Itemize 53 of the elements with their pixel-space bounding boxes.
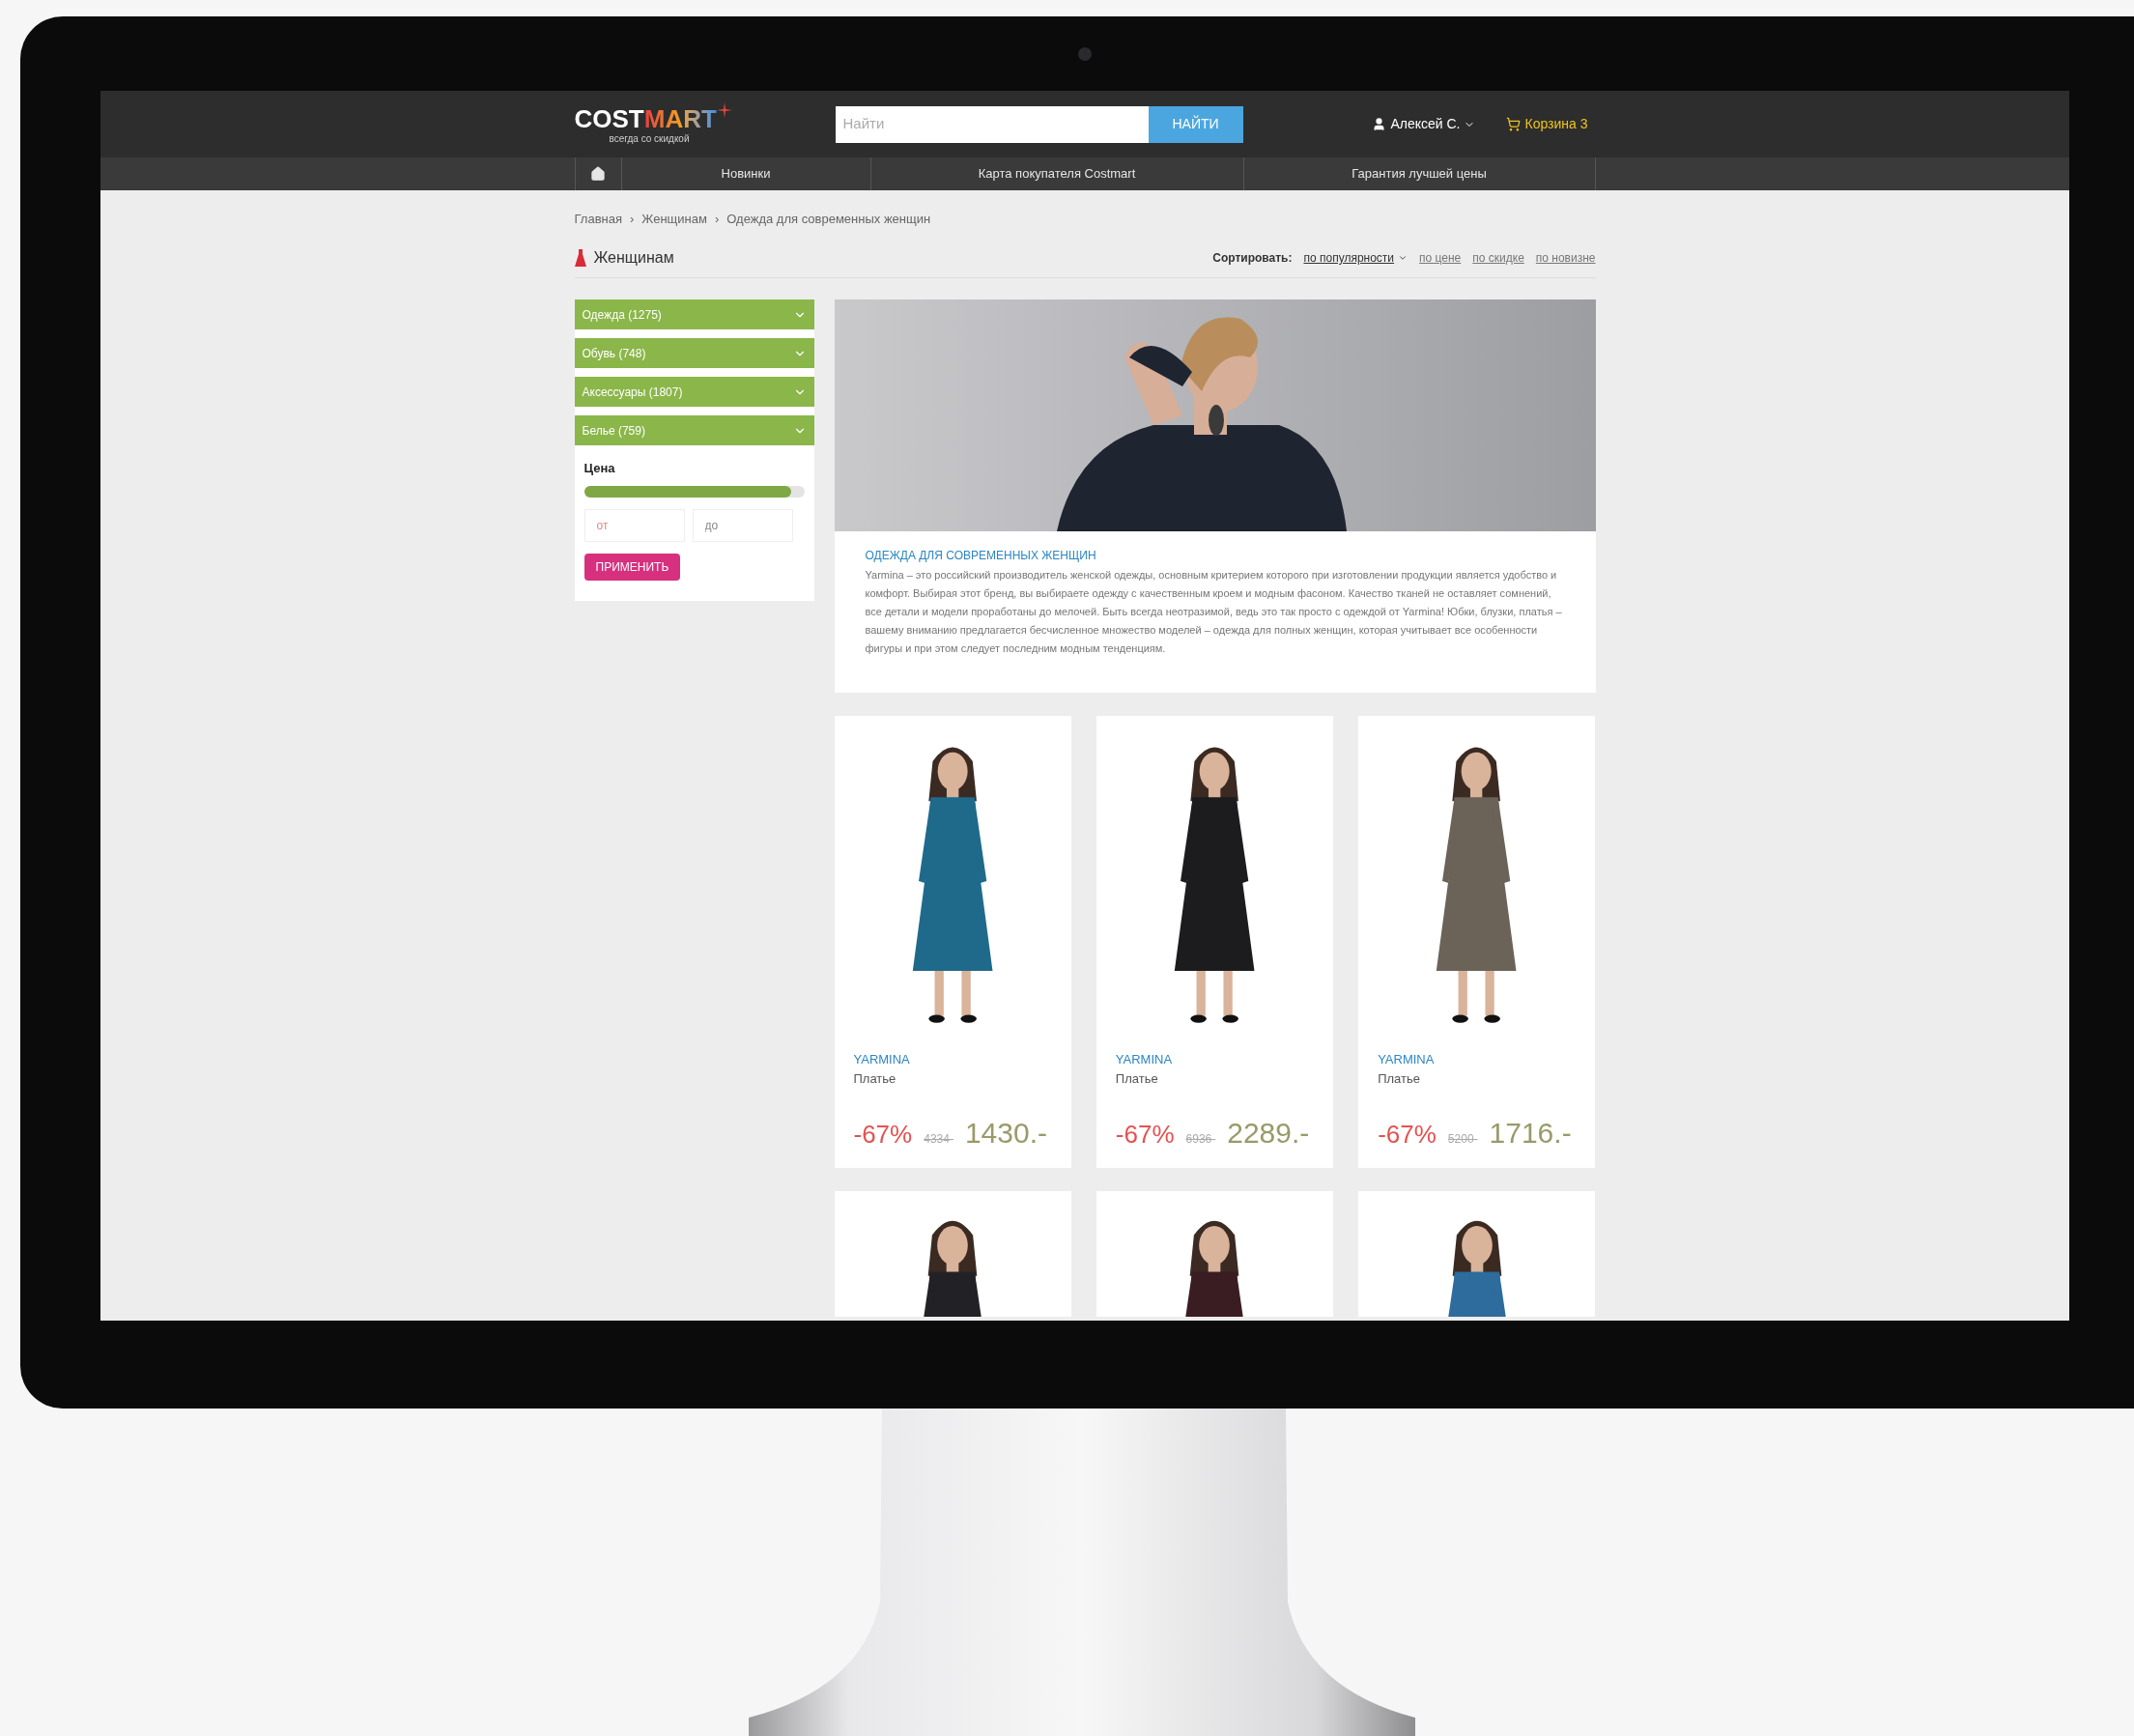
product-type: Платье: [1115, 1069, 1159, 1088]
breadcrumb-separator: ›: [630, 211, 635, 229]
old-price: 4334-: [924, 1131, 953, 1148]
cart-link[interactable]: Корзина 3: [1506, 114, 1588, 134]
description-text: Yarmina – это российский производитель женской одежды, основным критерием которого при изготовлении продукции является удобство и комфорт. Выбирая этот бренд, вы выбираете одежду с качественным кроем и модным фасоном. Качество тканей не оставляет сомнений, все детали и модели проработаны до мелочей. Быть всегда неотразимой, ведь это так просто с одеждой от Yarmina! Юбки, блузки, платья – вашему вниманию предлагается бесчисленное множество моделей – одежда для полных женщин, которая учитывает все особенности фигуры и при этом следует последним модным тенденциям.: [865, 568, 1563, 656]
user-icon: [1372, 117, 1387, 131]
product-brand: YARMINA: [853, 1051, 911, 1068]
product-card[interactable]: YARMINA Платье -67% 6936- 2289.-: [1095, 716, 1334, 1168]
home-icon: [590, 166, 606, 182]
discount-label: -67%: [1115, 1119, 1175, 1151]
breadcrumb-link[interactable]: Женщинам: [641, 210, 707, 229]
product-card[interactable]: [1358, 1191, 1596, 1317]
discount-label: -67%: [853, 1119, 913, 1151]
product-type: Платье: [853, 1069, 897, 1088]
sort-label: Сортировать:: [1212, 250, 1293, 267]
description-title: ОДЕЖДА ДЛЯ СОВРЕМЕННЫХ ЖЕНЩИН: [865, 548, 1097, 564]
camera-icon: [1078, 46, 1092, 61]
old-price: 5200-: [1447, 1131, 1478, 1148]
sort-link[interactable]: по цене: [1419, 249, 1462, 267]
apply-button[interactable]: ПРИМЕНИТЬ: [583, 553, 681, 581]
price-from-field[interactable]: от: [583, 508, 685, 542]
breadcrumb-link[interactable]: Главная: [574, 210, 622, 229]
search-button[interactable]: НАЙТИ: [1148, 105, 1243, 143]
dress-icon: [574, 249, 586, 267]
logo-tagline: всегда со скидкой: [608, 132, 691, 146]
cart-icon: [1506, 117, 1522, 131]
product-card[interactable]: YARMINA Платье -67% 5200- 1716.-: [1358, 716, 1596, 1168]
price-to-field[interactable]: до: [692, 508, 793, 542]
price-heading: Цена: [583, 460, 616, 477]
product-price: 2289.-: [1227, 1116, 1310, 1151]
search-field[interactable]: Найти: [835, 105, 1149, 143]
discount-label: -67%: [1378, 1119, 1437, 1151]
sort-link[interactable]: по популярности: [1303, 249, 1408, 267]
product-price: 1430.-: [964, 1116, 1047, 1151]
old-price: 6936-: [1185, 1131, 1216, 1148]
product-card[interactable]: YARMINA Платье -67% 4334- 1430.-: [834, 716, 1071, 1168]
product-card[interactable]: [1095, 1191, 1334, 1317]
breadcrumb-separator: ›: [714, 211, 720, 229]
nav-link[interactable]: Карта покупателя Costmart: [870, 157, 1244, 190]
nav-link[interactable]: Новинки: [621, 157, 871, 190]
product-type: Платье: [1378, 1069, 1421, 1088]
chevron-down-icon: [1398, 253, 1408, 263]
product-brand: YARMINA: [1115, 1051, 1174, 1068]
page-title: Женщинам: [593, 248, 674, 268]
sort-link[interactable]: по новизне: [1535, 249, 1596, 267]
sort-link[interactable]: по скидке: [1472, 249, 1524, 267]
breadcrumb-link[interactable]: Одежда для современных женщин: [726, 210, 931, 229]
user-menu[interactable]: Алексей С.: [1372, 114, 1476, 134]
product-card[interactable]: [834, 1191, 1071, 1317]
logo-text: COST: [574, 106, 644, 131]
product-price: 1716.-: [1489, 1116, 1572, 1151]
product-brand: YARMINA: [1378, 1051, 1436, 1068]
nav-link[interactable]: Гарантия лучшей цены: [1243, 157, 1595, 190]
